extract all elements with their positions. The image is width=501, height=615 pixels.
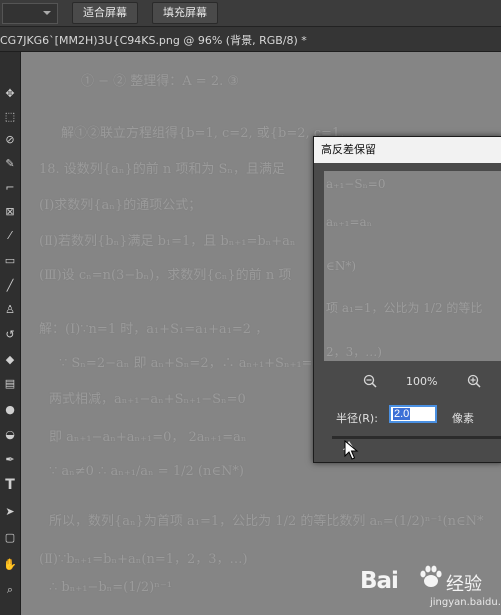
dialog-title[interactable]: 高反差保留 xyxy=(314,137,501,163)
canvas-line: 18. 设数列{aₙ}的前 n 项和为 Sₙ，且满足 xyxy=(39,162,286,177)
high-pass-dialog: 高反差保留 a₊₁−Sₙ=0 aₙ₊₁=aₙ ∈N*) 项 a₁=1，公比为 1… xyxy=(313,136,501,463)
eraser-icon[interactable]: ◆ xyxy=(2,352,18,368)
history-brush-icon[interactable]: ↺ xyxy=(2,327,18,343)
preview-line: 项 a₁=1，公比为 1/2 的等比 xyxy=(326,301,483,315)
radius-value: 2.0 xyxy=(393,408,411,420)
lasso-icon[interactable]: ⊘ xyxy=(2,132,18,148)
dodge-icon[interactable]: ◒ xyxy=(2,427,18,443)
options-bar: 适合屏幕 填充屏幕 xyxy=(0,0,501,27)
type-icon[interactable]: T xyxy=(2,477,18,493)
canvas-line: 即 aₙ₊₁−aₙ+aₙ₊₁=0， 2aₙ₊₁=aₙ xyxy=(49,430,247,445)
fit-screen-button[interactable]: 适合屏幕 xyxy=(72,2,138,24)
preview-line: aₙ₊₁=aₙ xyxy=(326,215,372,229)
eyedropper-icon[interactable]: ⁄ xyxy=(2,228,18,244)
canvas-line: ∵ aₙ≠0 ∴ aₙ₊₁/aₙ = 1/2 (n∈N*) xyxy=(49,464,244,479)
brush-icon[interactable]: ╱ xyxy=(2,278,18,294)
preview-zoom-controls: 100% xyxy=(314,372,501,392)
watermark-brand-cn: 经验 xyxy=(446,574,482,595)
move-icon[interactable]: ✥ xyxy=(2,86,18,102)
rectangle-icon[interactable]: ▢ xyxy=(2,530,18,546)
fill-screen-button[interactable]: 填充屏幕 xyxy=(152,2,218,24)
pixels-unit-label: 像素 xyxy=(452,412,474,425)
radius-slider-track[interactable] xyxy=(332,436,501,439)
quick-select-icon[interactable]: ✎ xyxy=(2,156,18,172)
preview-line: 2，3，…) xyxy=(326,345,382,359)
zoom-icon[interactable]: ⌕ xyxy=(2,582,18,598)
mouse-cursor-icon xyxy=(344,440,359,460)
watermark-url: jingyan.baidu.com xyxy=(430,597,501,608)
canvas-line: ∴ bₙ₊₁−bₙ=(1/2)ⁿ⁻¹ xyxy=(49,580,172,595)
preview-line: ∈N*) xyxy=(326,259,357,273)
baidu-jingyan-watermark: Bai 经验 jingyan.baidu.com xyxy=(360,562,501,612)
zoom-in-icon[interactable] xyxy=(466,374,482,390)
zoom-percent: 100% xyxy=(406,375,438,388)
canvas-line: (Ⅱ)∵bₙ₊₁=bₙ+aₙ(n=1，2，3，…) xyxy=(39,552,248,567)
frame-icon[interactable]: ⊠ xyxy=(2,204,18,220)
pen-icon[interactable]: ✒ xyxy=(2,452,18,468)
radius-label: 半径(R): xyxy=(336,412,378,425)
canvas-line: (Ⅱ)若数列{bₙ}满足 b₁=1，且 bₙ₊₁=bₙ+aₙ xyxy=(39,234,296,249)
filter-preview[interactable]: a₊₁−Sₙ=0 aₙ₊₁=aₙ ∈N*) 项 a₁=1，公比为 1/2 的等比… xyxy=(324,171,501,361)
paw-logo-icon xyxy=(420,565,442,587)
marquee-icon[interactable]: ⬚ xyxy=(2,109,18,125)
preview-line: a₊₁−Sₙ=0 xyxy=(326,177,386,191)
radius-input[interactable]: 2.0 xyxy=(389,405,437,423)
canvas-line: 所以，数列{aₙ}为首项 a₁=1，公比为 1/2 的等比数列 aₙ=(1/2)… xyxy=(49,514,484,529)
crop-icon[interactable]: ⌐ xyxy=(2,180,18,196)
stamp-icon[interactable]: ♙ xyxy=(2,302,18,318)
hand-icon[interactable]: ✋ xyxy=(2,557,18,573)
canvas-line: (Ⅲ)设 cₙ=n(3−bₙ)，求数列{cₙ}的前 n 项 xyxy=(39,268,292,283)
canvas-line: 解①②联立方程组得{b=1, c=2, 或{b=2, c=1, xyxy=(61,126,345,141)
blur-icon[interactable]: ● xyxy=(2,402,18,418)
tools-panel: ✥ ⬚ ⊘ ✎ ⌐ ⊠ ⁄ ▭ ╱ ♙ ↺ ◆ ▤ ● ◒ ✒ T ➤ ▢ ✋ … xyxy=(0,52,21,615)
path-select-icon[interactable]: ➤ xyxy=(2,504,18,520)
canvas-line: (Ⅰ)求数列{aₙ}的通项公式； xyxy=(39,198,202,213)
gradient-icon[interactable]: ▤ xyxy=(2,376,18,392)
healing-icon[interactable]: ▭ xyxy=(2,253,18,269)
canvas-line: 两式相减，aₙ₊₁−aₙ+Sₙ₊₁−Sₙ=0 xyxy=(49,392,246,407)
canvas-line: 解：(Ⅰ)∵n=1 时，a₁+S₁=a₁+a₁=2 ， xyxy=(39,322,269,337)
tool-preset-dropdown[interactable] xyxy=(2,3,58,24)
canvas-line: ① − ② 整理得：A = 2. ③ xyxy=(81,74,240,89)
watermark-brand: Bai xyxy=(360,568,399,594)
document-tab[interactable]: CG7JKG6`[MM2H)3U{C94KS.png @ 96% (背景, RG… xyxy=(0,27,501,52)
document-title: CG7JKG6`[MM2H)3U{C94KS.png @ 96% (背景, RG… xyxy=(0,34,307,47)
zoom-out-icon[interactable] xyxy=(362,374,378,390)
canvas-line: ∵ Sₙ=2−aₙ 即 aₙ+Sₙ=2，∴ aₙ₊₁+Sₙ₊₁=2 xyxy=(59,356,321,371)
